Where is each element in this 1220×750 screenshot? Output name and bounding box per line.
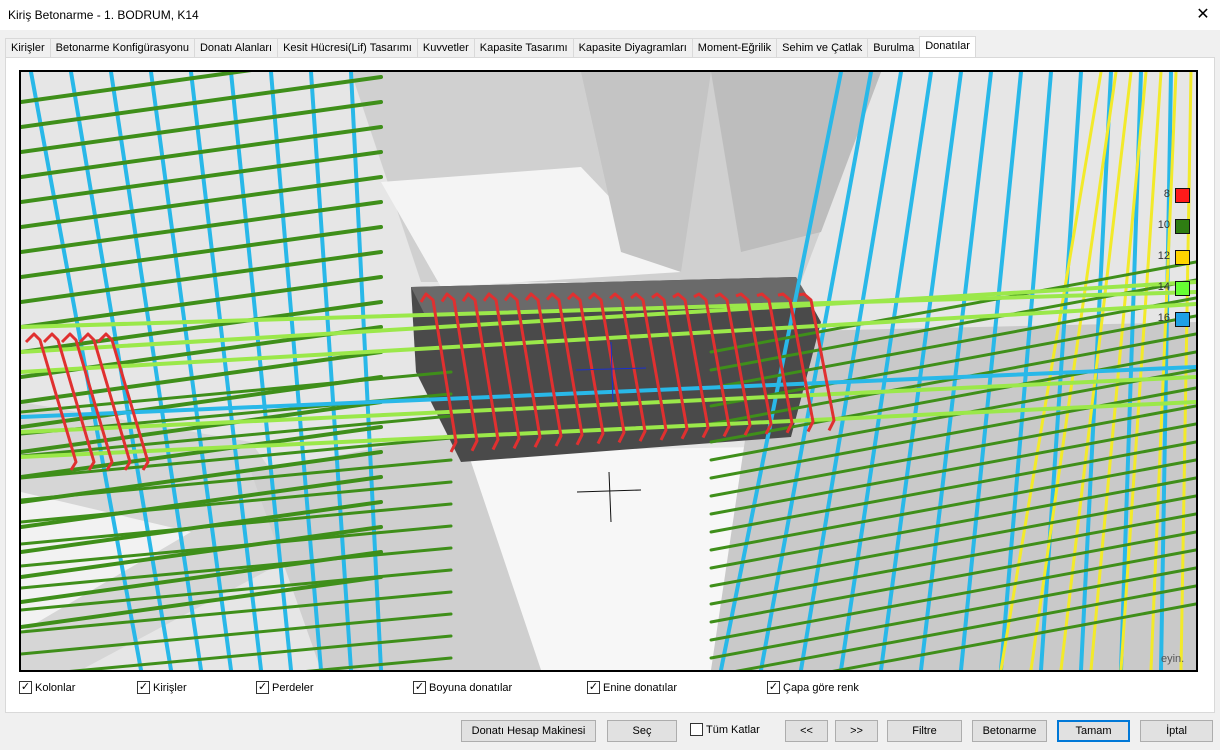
donati-hesap-makinesi-button[interactable]: Donatı Hesap Makinesi xyxy=(461,720,596,742)
checkbox-label: Çapa göre renk xyxy=(783,681,859,694)
next-button[interactable]: >> xyxy=(835,720,878,742)
rebar-3d-viewport[interactable]: eyin. 8 10 12 14 16 xyxy=(19,70,1198,672)
checkbox-label: Boyuna donatılar xyxy=(429,681,513,694)
legend-item-16: 16 xyxy=(1146,312,1190,343)
legend-label: 16 xyxy=(1157,312,1170,324)
checkbox-box[interactable]: ✓ xyxy=(587,681,600,694)
legend-swatch xyxy=(1175,219,1190,234)
betonarme-button[interactable]: Betonarme xyxy=(972,720,1047,742)
checkbox-label: Perdeler xyxy=(272,681,314,694)
legend-label: 12 xyxy=(1157,250,1170,262)
dialog-window: Kiriş Betonarme - 1. BODRUM, K14 ✕ Kiriş… xyxy=(0,0,1220,750)
legend-swatch xyxy=(1175,281,1190,296)
tab-donati-alanlari[interactable]: Donatı Alanları xyxy=(193,38,278,58)
tamam-button[interactable]: Tamam xyxy=(1057,720,1130,742)
tab-kirisler[interactable]: Kirişler xyxy=(5,38,50,58)
tab-kesit-hucresi[interactable]: Kesit Hücresi(Lif) Tasarımı xyxy=(277,38,417,58)
rebar-scene[interactable]: eyin. xyxy=(21,72,1196,670)
capa-gore-renk-checkbox[interactable]: ✓ Çapa göre renk xyxy=(767,681,859,694)
tab-kuvvetler[interactable]: Kuvvetler xyxy=(416,38,474,58)
checkbox-box[interactable]: ✓ xyxy=(767,681,780,694)
legend-item-12: 12 xyxy=(1146,250,1190,281)
checkbox-label: Kolonlar xyxy=(35,681,76,694)
legend-label: 10 xyxy=(1157,219,1170,231)
tab-donatilar[interactable]: Donatılar xyxy=(919,36,976,58)
tab-kapasite-tasarimi[interactable]: Kapasite Tasarımı xyxy=(473,38,573,58)
legend-item-14: 14 xyxy=(1146,281,1190,312)
checkbox-box[interactable]: ✓ xyxy=(19,681,32,694)
title-bar: Kiriş Betonarme - 1. BODRUM, K14 ✕ xyxy=(0,0,1220,30)
checkbox-label: Tüm Katlar xyxy=(706,723,760,736)
tab-moment-egrilik[interactable]: Moment-Eğrilik xyxy=(691,38,777,58)
legend-swatch xyxy=(1175,312,1190,327)
visibility-options: ✓ Kolonlar ✓ Kirişler ✓ Perdeler ✓ Boyun… xyxy=(0,681,1220,697)
tab-bar: Kirişler Betonarme Konfigürasyonu Donatı… xyxy=(5,36,976,58)
boyuna-donatilar-checkbox[interactable]: ✓ Boyuna donatılar xyxy=(413,681,512,694)
legend-swatch xyxy=(1175,188,1190,203)
sec-button[interactable]: Seç xyxy=(607,720,677,742)
viewport-hint: eyin. xyxy=(1161,653,1184,665)
checkbox-box[interactable]: ✓ xyxy=(256,681,269,694)
close-icon[interactable]: ✕ xyxy=(1186,0,1220,30)
checkbox-box[interactable]: ✓ xyxy=(137,681,150,694)
checkbox-label: Kirişler xyxy=(153,681,187,694)
checkbox-box[interactable]: ✓ xyxy=(413,681,426,694)
legend-label: 8 xyxy=(1163,188,1170,200)
legend-swatch xyxy=(1175,250,1190,265)
enine-donatilar-checkbox[interactable]: ✓ Enine donatılar xyxy=(587,681,677,694)
diameter-legend: 8 10 12 14 16 xyxy=(1146,188,1190,343)
previous-button[interactable]: << xyxy=(785,720,828,742)
tum-katlar-checkbox[interactable]: Tüm Katlar xyxy=(690,723,760,736)
checkbox-box[interactable] xyxy=(690,723,703,736)
window-title: Kiriş Betonarme - 1. BODRUM, K14 xyxy=(8,8,199,22)
tab-kapasite-diyagramlari[interactable]: Kapasite Diyagramları xyxy=(572,38,692,58)
legend-item-10: 10 xyxy=(1146,219,1190,250)
iptal-button[interactable]: İptal xyxy=(1140,720,1213,742)
tab-sehim-ve-catlak[interactable]: Sehim ve Çatlak xyxy=(776,38,868,58)
tab-burulma[interactable]: Burulma xyxy=(867,38,920,58)
perdeler-checkbox[interactable]: ✓ Perdeler xyxy=(256,681,314,694)
legend-item-8: 8 xyxy=(1146,188,1190,219)
filtre-button[interactable]: Filtre xyxy=(887,720,962,742)
kirisler-checkbox[interactable]: ✓ Kirişler xyxy=(137,681,187,694)
kolonlar-checkbox[interactable]: ✓ Kolonlar xyxy=(19,681,75,694)
tab-betonarme-konfigurasyonu[interactable]: Betonarme Konfigürasyonu xyxy=(49,38,194,58)
legend-label: 14 xyxy=(1157,281,1170,293)
checkbox-label: Enine donatılar xyxy=(603,681,677,694)
